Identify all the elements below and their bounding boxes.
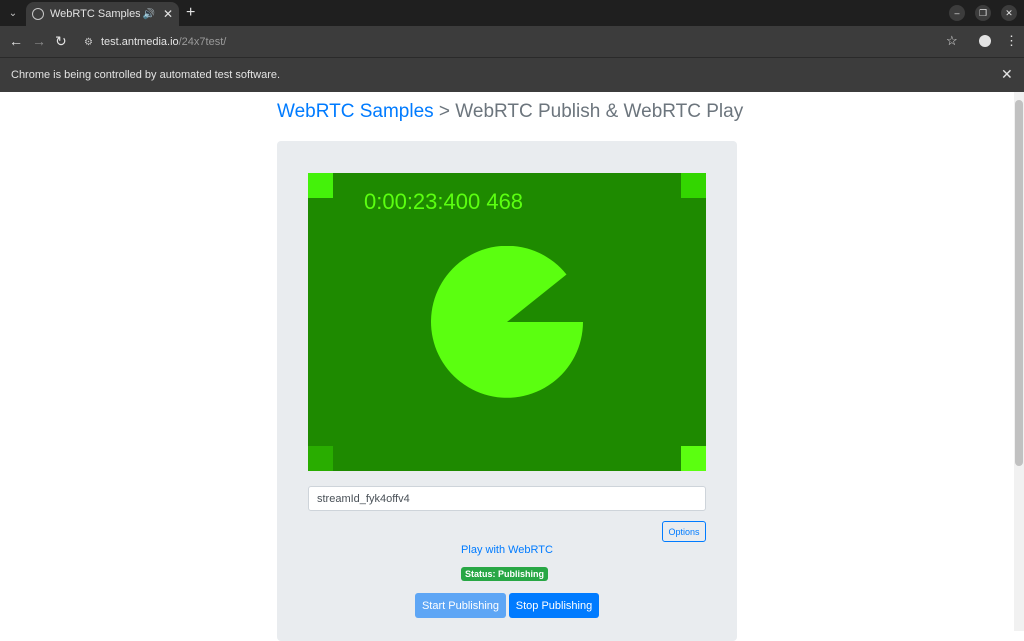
minimize-button[interactable]: – — [949, 5, 965, 21]
local-video[interactable]: 0:00:23:400 468 — [308, 173, 706, 471]
pie-clock-graphic — [431, 246, 583, 398]
breadcrumb-link[interactable]: WebRTC Samples — [277, 101, 434, 122]
profile-avatar-icon[interactable] — [979, 35, 991, 47]
infobar-message: Chrome is being controlled by automated … — [11, 69, 281, 81]
page-viewport: WebRTC Samples > WebRTC Publish & WebRTC… — [0, 92, 1024, 641]
page-title: WebRTC Samples > WebRTC Publish & WebRTC… — [277, 101, 743, 123]
automation-infobar: Chrome is being controlled by automated … — [0, 57, 1024, 92]
speaker-icon[interactable]: 🔊 — [142, 9, 154, 20]
start-publishing-button[interactable]: Start Publishing — [415, 593, 506, 618]
page-scrollbar[interactable] — [1014, 92, 1024, 631]
restore-button[interactable]: ❐ — [975, 5, 991, 21]
video-corner-marker — [681, 173, 706, 198]
status-badge: Status: Publishing — [461, 567, 549, 581]
video-timecode: 0:00:23:400 468 — [364, 189, 524, 214]
scrollbar-thumb[interactable] — [1015, 100, 1023, 466]
browser-tab[interactable]: WebRTC Samples > P 🔊 ✕ — [26, 2, 179, 26]
tab-title: WebRTC Samples > P — [50, 8, 141, 20]
bookmark-star-icon[interactable]: ☆ — [946, 33, 958, 49]
tab-close-icon[interactable]: ✕ — [163, 7, 173, 21]
window-close-button[interactable]: ✕ — [1001, 5, 1017, 21]
url-host: test.antmedia.io — [100, 36, 179, 48]
publish-panel: 0:00:23:400 468 Options Play with WebRTC… — [277, 141, 737, 641]
new-tab-button[interactable]: + — [186, 4, 195, 22]
infobar-close-icon[interactable]: ✕ — [1001, 66, 1013, 83]
address-bar[interactable]: ⚙ test.antmedia.io /24x7test/ — [76, 30, 972, 54]
back-icon[interactable]: ← — [9, 33, 23, 49]
breadcrumb-current: > WebRTC Publish & WebRTC Play — [433, 101, 744, 122]
globe-icon — [32, 8, 44, 20]
url-path: /24x7test/ — [178, 36, 227, 48]
stream-id-input[interactable] — [308, 486, 706, 511]
site-info-icon[interactable]: ⚙ — [84, 37, 93, 48]
browser-toolbar: ← → ↻ ⚙ test.antmedia.io /24x7test/ — [0, 26, 1024, 57]
forward-icon[interactable]: → — [32, 33, 46, 49]
options-button[interactable]: Options — [662, 521, 706, 542]
tab-strip: ⌄ WebRTC Samples > P 🔊 ✕ + – ❐ ✕ — [0, 0, 1024, 26]
browser-menu-icon[interactable]: ⋮ — [1005, 33, 1018, 49]
stop-publishing-button[interactable]: Stop Publishing — [509, 593, 599, 618]
video-corner-marker — [308, 173, 333, 198]
tab-search-chevron-icon[interactable]: ⌄ — [5, 5, 21, 21]
reload-icon[interactable]: ↻ — [55, 33, 67, 50]
video-corner-marker — [308, 446, 333, 471]
video-corner-marker — [681, 446, 706, 471]
play-with-webrtc-link[interactable]: Play with WebRTC — [277, 544, 737, 556]
